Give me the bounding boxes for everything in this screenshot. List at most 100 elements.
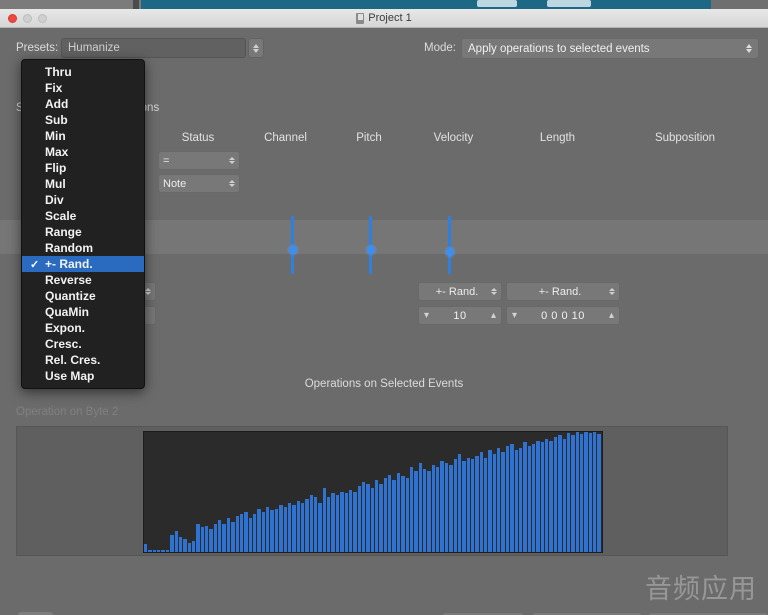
- background-window-toolbar: [141, 0, 711, 9]
- slider-knob[interactable]: [445, 248, 454, 256]
- histogram-bar: [584, 432, 588, 552]
- histogram-bar: [205, 525, 209, 552]
- velocity-range-slider[interactable]: [445, 216, 454, 274]
- menu-item-use-map[interactable]: Use Map: [22, 368, 144, 384]
- close-button[interactable]: [8, 14, 17, 23]
- length-operation-value: +- Rand.: [538, 285, 582, 298]
- presets-field[interactable]: Humanize: [61, 38, 246, 58]
- menu-item-rand[interactable]: ✓ +- Rand.: [22, 256, 144, 272]
- menu-item-thru[interactable]: Thru: [22, 64, 144, 80]
- zoom-button[interactable]: [38, 14, 47, 23]
- menu-item-label: Random: [45, 241, 93, 255]
- velocity-operation-dropdown[interactable]: +- Rand.: [418, 282, 502, 301]
- slider-knob[interactable]: [366, 246, 375, 254]
- column-header-length: Length: [539, 132, 576, 144]
- document-icon: [356, 12, 365, 24]
- menu-item-quamin[interactable]: QuaMin: [22, 304, 144, 320]
- histogram-bar: [218, 519, 222, 552]
- histogram-bar: [388, 474, 392, 552]
- histogram-bar: [231, 521, 235, 552]
- chevron-up-icon[interactable]: ▴: [609, 310, 614, 321]
- histogram-bar: [375, 480, 379, 552]
- status-value-dropdown[interactable]: Note: [158, 174, 240, 193]
- chevron-updown-icon: [746, 44, 752, 53]
- status-operator-dropdown[interactable]: =: [158, 151, 240, 170]
- histogram-bar: [174, 531, 178, 552]
- pitch-range-slider[interactable]: [366, 216, 375, 274]
- length-operation-dropdown[interactable]: +- Rand.: [506, 282, 620, 301]
- menu-item-scale[interactable]: Scale: [22, 208, 144, 224]
- menu-item-max[interactable]: Max: [22, 144, 144, 160]
- menu-item-label: Add: [45, 97, 69, 111]
- histogram-bar: [418, 463, 422, 552]
- histogram-bar: [571, 434, 575, 552]
- menu-item-cresc[interactable]: Cresc.: [22, 336, 144, 352]
- column-header-velocity: Velocity: [433, 132, 474, 144]
- menu-item-mul[interactable]: Mul: [22, 176, 144, 192]
- settings-menu-button[interactable]: [17, 611, 54, 615]
- histogram-bar: [553, 436, 558, 552]
- operation-dropdown-menu[interactable]: Thru Fix Add Sub Min Max Flip Mul Div Scale Range R…: [21, 59, 145, 389]
- title-bar: Project 1: [0, 9, 768, 28]
- length-amount-stepper[interactable]: ▾ 0 0 0 10 ▴: [506, 306, 620, 325]
- column-header-channel: Channel: [264, 132, 307, 144]
- menu-item-min[interactable]: Min: [22, 128, 144, 144]
- menu-item-range[interactable]: Range: [22, 224, 144, 240]
- presets-stepper[interactable]: [248, 38, 264, 58]
- histogram-bar: [588, 432, 593, 552]
- histogram-bar: [292, 504, 296, 552]
- chevron-updown-icon: [609, 288, 615, 295]
- histogram-bar: [453, 459, 457, 552]
- menu-item-reverse[interactable]: Reverse: [22, 272, 144, 288]
- histogram-bar: [318, 502, 322, 552]
- slider-knob[interactable]: [288, 246, 297, 254]
- menu-item-rel-cres[interactable]: Rel. Cres.: [22, 352, 144, 368]
- channel-range-slider[interactable]: [288, 216, 297, 274]
- histogram-bar: [531, 444, 536, 552]
- histogram-bar: [488, 449, 492, 552]
- histogram-bar: [383, 478, 388, 552]
- window-controls[interactable]: [8, 14, 47, 23]
- background-toolbar-button-2: [547, 0, 591, 7]
- menu-item-flip[interactable]: Flip: [22, 160, 144, 176]
- histogram-bar: [348, 489, 353, 552]
- histogram-bar: [466, 457, 470, 552]
- histogram-bar: [366, 483, 370, 552]
- histogram-bar: [170, 535, 174, 552]
- histogram-bar: [226, 517, 231, 552]
- operation-byte-label: Operation on Byte 2: [16, 406, 119, 418]
- menu-item-add[interactable]: Add: [22, 96, 144, 112]
- menu-item-label: Fix: [45, 81, 63, 95]
- histogram-bar: [444, 463, 449, 552]
- menu-item-label: Thru: [45, 65, 72, 79]
- chevron-updown-icon: [145, 288, 151, 295]
- menu-item-label: Sub: [45, 113, 68, 127]
- histogram-bar: [309, 495, 314, 552]
- chevron-up-icon[interactable]: ▴: [491, 310, 496, 321]
- menu-item-label: Expon.: [45, 321, 86, 335]
- menu-item-label: Min: [45, 129, 66, 143]
- histogram-bar: [497, 448, 501, 552]
- background-window-divider: [133, 0, 139, 9]
- stepper-up-icon: [253, 43, 259, 48]
- menu-item-expon[interactable]: Expon.: [22, 320, 144, 336]
- mode-dropdown[interactable]: Apply operations to selected events: [461, 38, 759, 59]
- histogram-bar: [357, 485, 361, 552]
- histogram-bar: [144, 544, 148, 552]
- menu-item-sub[interactable]: Sub: [22, 112, 144, 128]
- velocity-amount-stepper[interactable]: ▾ 10 ▴: [418, 306, 502, 325]
- velocity-histogram[interactable]: [143, 431, 603, 553]
- menu-item-quantize[interactable]: Quantize: [22, 288, 144, 304]
- histogram-bar: [396, 472, 401, 552]
- chevron-updown-icon: [491, 288, 497, 295]
- menu-item-label: QuaMin: [45, 305, 89, 319]
- histogram-bar: [213, 523, 218, 552]
- histogram-bar: [261, 512, 266, 552]
- minimize-button[interactable]: [23, 14, 32, 23]
- histogram-bar: [235, 516, 239, 552]
- menu-item-fix[interactable]: Fix: [22, 80, 144, 96]
- menu-item-label: Range: [45, 225, 82, 239]
- histogram-bar: [252, 514, 257, 552]
- menu-item-div[interactable]: Div: [22, 192, 144, 208]
- menu-item-random[interactable]: Random: [22, 240, 144, 256]
